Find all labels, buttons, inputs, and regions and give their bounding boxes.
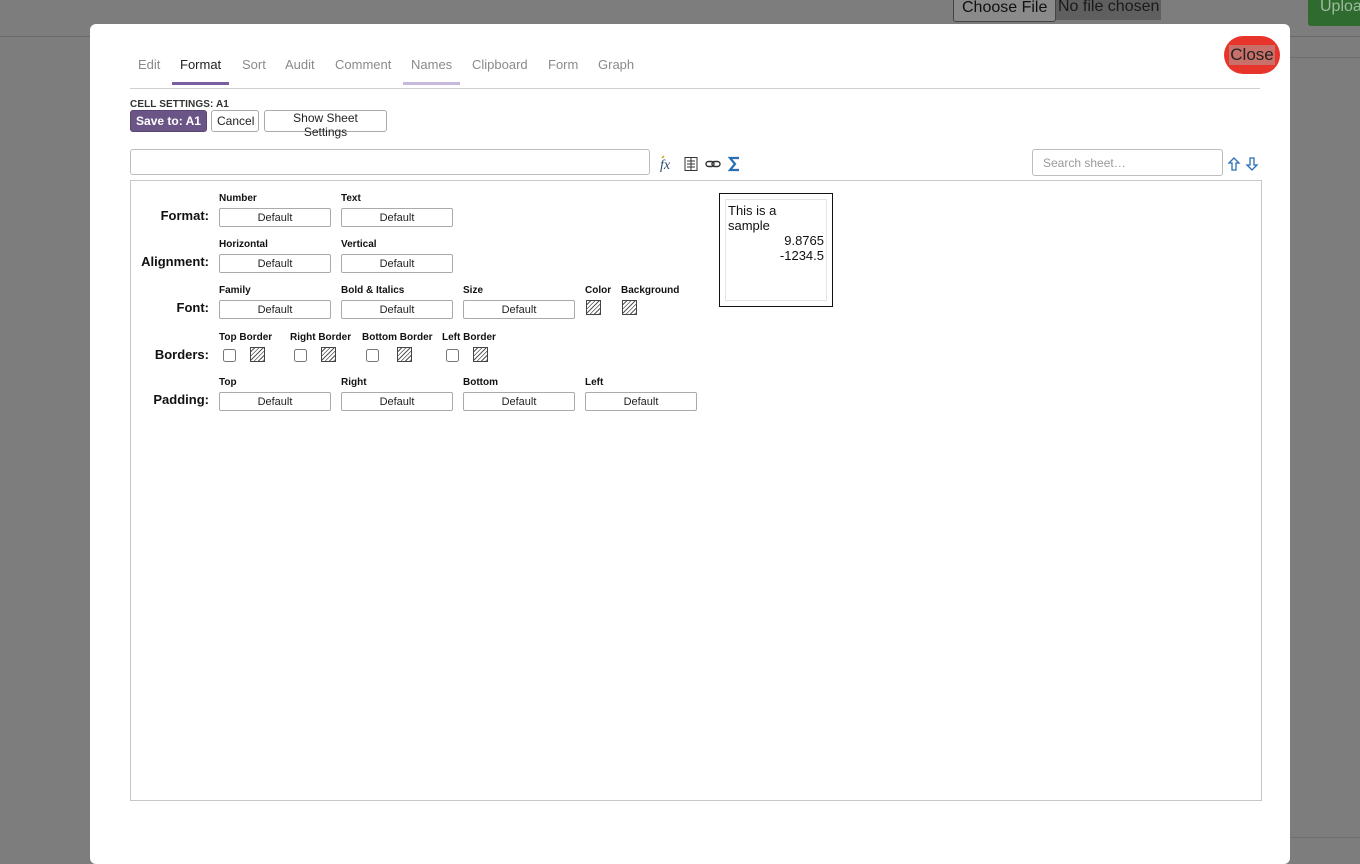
tab-format[interactable]: Format	[172, 57, 230, 85]
tab-audit[interactable]: Audit	[277, 57, 323, 82]
choose-file-button[interactable]: Choose File	[953, 0, 1057, 22]
borders-row-label: Borders:	[154, 347, 209, 362]
svg-text:fx: fx	[660, 158, 671, 173]
padding-top-label: Top	[219, 377, 237, 388]
horizontal-align-button[interactable]: Default	[219, 254, 331, 273]
padding-left-label: Left	[585, 377, 604, 388]
top-border-color-swatch[interactable]	[250, 347, 265, 362]
bold-italics-button[interactable]: Default	[341, 300, 453, 319]
sample-text: This is a sample	[728, 203, 777, 233]
right-border-label: Right Border	[290, 332, 352, 343]
background-color-swatch[interactable]	[622, 300, 637, 315]
bottom-border-checkbox[interactable]	[366, 349, 379, 362]
vertical-label: Vertical	[341, 239, 377, 250]
format-row-label: Format:	[160, 208, 209, 223]
background-divider	[1290, 837, 1360, 838]
bottom-border-color-swatch[interactable]	[397, 347, 412, 362]
vertical-align-button[interactable]: Default	[341, 254, 453, 273]
background-label: Background	[621, 285, 680, 296]
function-icon[interactable]: fx	[659, 155, 677, 173]
arrow-up-icon[interactable]	[1225, 155, 1243, 173]
color-label: Color	[585, 285, 612, 296]
cancel-button[interactable]: Cancel	[211, 110, 259, 132]
upload-button[interactable]: Uploa	[1308, 0, 1360, 26]
padding-left-button[interactable]: Default	[585, 392, 697, 411]
save-button[interactable]: Save to: A1	[130, 110, 207, 132]
left-border-label: Left Border	[442, 332, 496, 343]
tab-sort[interactable]: Sort	[234, 57, 274, 82]
background-divider	[1290, 57, 1360, 58]
left-border-checkbox[interactable]	[446, 349, 459, 362]
range-list-icon[interactable]	[682, 155, 700, 173]
font-family-button[interactable]: Default	[219, 300, 331, 319]
format-panel: Format: Number Default Text Default Alig…	[130, 180, 1262, 801]
format-sample-preview: This is a sample 9.8765 -1234.5	[719, 193, 833, 307]
bottom-border-label: Bottom Border	[362, 332, 433, 343]
tab-bar: Edit Format Sort Audit Comment Names Cli…	[130, 48, 1260, 89]
tab-names[interactable]: Names	[403, 57, 461, 85]
sample-number-negative: -1234.5	[779, 248, 824, 263]
text-label: Text	[341, 193, 361, 204]
search-input[interactable]	[1032, 149, 1223, 176]
text-format-button[interactable]: Default	[341, 208, 453, 227]
tab-clipboard[interactable]: Clipboard	[464, 57, 536, 82]
tab-graph[interactable]: Graph	[590, 57, 642, 82]
tab-edit[interactable]: Edit	[130, 57, 168, 82]
tab-comment[interactable]: Comment	[327, 57, 399, 82]
link-icon[interactable]	[704, 155, 722, 173]
padding-right-button[interactable]: Default	[341, 392, 453, 411]
left-border-color-swatch[interactable]	[473, 347, 488, 362]
font-row-label: Font:	[176, 300, 209, 315]
show-sheet-settings-button[interactable]: Show Sheet Settings	[264, 110, 387, 139]
arrow-down-icon[interactable]	[1243, 155, 1261, 173]
bold-italics-label: Bold & Italics	[341, 285, 405, 296]
sum-icon[interactable]	[726, 155, 744, 173]
padding-bottom-label: Bottom	[463, 377, 498, 388]
number-format-button[interactable]: Default	[219, 208, 331, 227]
font-color-swatch[interactable]	[586, 300, 601, 315]
sample-number-positive: 9.8765	[784, 233, 824, 248]
padding-bottom-button[interactable]: Default	[463, 392, 575, 411]
top-border-checkbox[interactable]	[223, 349, 236, 362]
horizontal-label: Horizontal	[219, 239, 268, 250]
size-label: Size	[463, 285, 484, 296]
right-border-color-swatch[interactable]	[321, 347, 336, 362]
alignment-row-label: Alignment:	[141, 254, 209, 269]
number-label: Number	[219, 193, 257, 204]
font-size-button[interactable]: Default	[463, 300, 575, 319]
cell-settings-heading: CELL SETTINGS: A1	[130, 99, 229, 110]
top-border-label: Top Border	[219, 332, 273, 343]
no-file-label: No file chosen	[1056, 0, 1162, 20]
family-label: Family	[219, 285, 251, 296]
padding-top-button[interactable]: Default	[219, 392, 331, 411]
tab-form[interactable]: Form	[540, 57, 586, 82]
padding-right-label: Right	[341, 377, 367, 388]
padding-row-label: Padding:	[153, 392, 209, 407]
right-border-checkbox[interactable]	[294, 349, 307, 362]
formula-input[interactable]	[130, 149, 650, 175]
